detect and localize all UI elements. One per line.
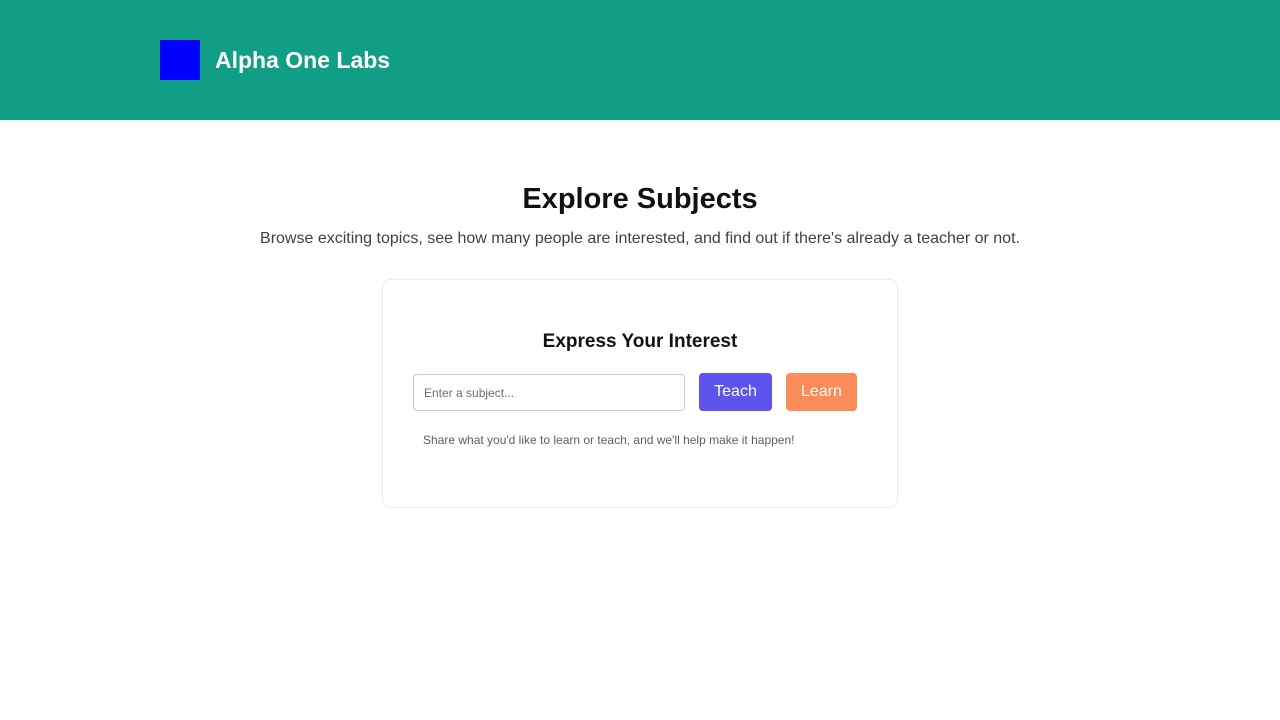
teach-button[interactable]: Teach: [699, 373, 772, 411]
page-subtitle: Browse exciting topics, see how many peo…: [260, 230, 1020, 247]
interest-card-title: Express Your Interest: [542, 331, 738, 352]
subject-input[interactable]: [413, 374, 685, 411]
interest-hint: Share what you'd like to learn or teach,…: [423, 433, 795, 447]
learn-button[interactable]: Learn: [786, 373, 857, 411]
site-header: Alpha One Labs: [0, 0, 1280, 120]
interest-card: Express Your Interest Teach Learn Share …: [382, 279, 898, 508]
brand-name[interactable]: Alpha One Labs: [215, 44, 390, 76]
page-title: Explore Subjects: [522, 183, 758, 215]
logo-icon[interactable]: [160, 40, 200, 80]
